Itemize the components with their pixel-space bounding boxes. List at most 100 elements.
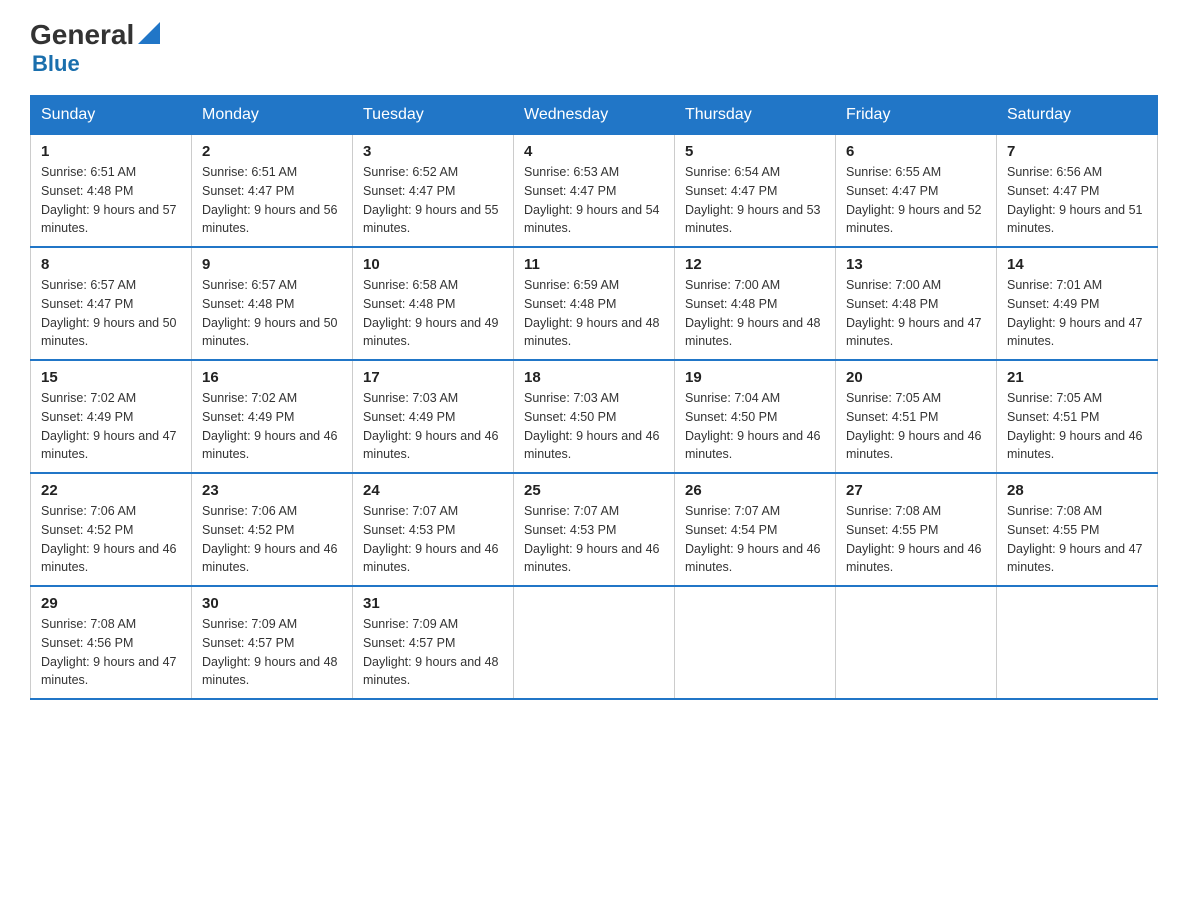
calendar-cell bbox=[836, 586, 997, 699]
calendar-cell: 20 Sunrise: 7:05 AMSunset: 4:51 PMDayligh… bbox=[836, 360, 997, 473]
calendar-cell: 11Sunrise: 6:59 AMSunset: 4:48 PMDayligh… bbox=[514, 247, 675, 360]
calendar-cell bbox=[514, 586, 675, 699]
calendar-cell: 21 Sunrise: 7:05 AMSunset: 4:51 PMDayligh… bbox=[997, 360, 1158, 473]
day-info: Sunrise: 7:07 AMSunset: 4:54 PMDaylight:… bbox=[685, 502, 825, 577]
day-info: Sunrise: 6:53 AMSunset: 4:47 PMDaylight:… bbox=[524, 163, 664, 238]
day-number: 15 bbox=[41, 369, 181, 386]
calendar-header-row: SundayMondayTuesdayWednesdayThursdayFrid… bbox=[31, 96, 1158, 135]
day-info: Sunrise: 6:56 AMSunset: 4:47 PMDaylight:… bbox=[1007, 163, 1147, 238]
day-number: 12 bbox=[685, 256, 825, 273]
day-number: 24 bbox=[363, 482, 503, 499]
day-number: 29 bbox=[41, 595, 181, 612]
calendar-cell: 12Sunrise: 7:00 AMSunset: 4:48 PMDayligh… bbox=[675, 247, 836, 360]
calendar-week-row: 29 Sunrise: 7:08 AMSunset: 4:56 PMDayligh… bbox=[31, 586, 1158, 699]
day-number: 18 bbox=[524, 369, 664, 386]
day-info: Sunrise: 7:03 AMSunset: 4:49 PMDaylight:… bbox=[363, 389, 503, 464]
day-number: 14 bbox=[1007, 256, 1147, 273]
calendar-cell bbox=[675, 586, 836, 699]
header-thursday: Thursday bbox=[675, 96, 836, 135]
calendar-cell: 17 Sunrise: 7:03 AMSunset: 4:49 PMDayligh… bbox=[353, 360, 514, 473]
day-info: Sunrise: 7:08 AMSunset: 4:55 PMDaylight:… bbox=[1007, 502, 1147, 577]
day-info: Sunrise: 7:00 AMSunset: 4:48 PMDaylight:… bbox=[846, 276, 986, 351]
calendar-cell bbox=[997, 586, 1158, 699]
day-info: Sunrise: 7:07 AMSunset: 4:53 PMDaylight:… bbox=[363, 502, 503, 577]
logo-blue-text: Blue bbox=[32, 51, 80, 77]
day-info: Sunrise: 7:04 AMSunset: 4:50 PMDaylight:… bbox=[685, 389, 825, 464]
day-number: 10 bbox=[363, 256, 503, 273]
header-wednesday: Wednesday bbox=[514, 96, 675, 135]
calendar-cell: 31 Sunrise: 7:09 AMSunset: 4:57 PMDayligh… bbox=[353, 586, 514, 699]
calendar-cell: 30Sunrise: 7:09 AMSunset: 4:57 PMDayligh… bbox=[192, 586, 353, 699]
calendar-cell: 27 Sunrise: 7:08 AMSunset: 4:55 PMDayligh… bbox=[836, 473, 997, 586]
day-number: 4 bbox=[524, 143, 664, 160]
day-info: Sunrise: 7:08 AMSunset: 4:55 PMDaylight:… bbox=[846, 502, 986, 577]
logo-triangle-icon bbox=[138, 22, 160, 44]
day-number: 31 bbox=[363, 595, 503, 612]
day-number: 16 bbox=[202, 369, 342, 386]
day-info: Sunrise: 7:06 AMSunset: 4:52 PMDaylight:… bbox=[202, 502, 342, 577]
day-number: 11 bbox=[524, 256, 664, 273]
calendar-cell: 25 Sunrise: 7:07 AMSunset: 4:53 PMDayligh… bbox=[514, 473, 675, 586]
day-info: Sunrise: 7:02 AMSunset: 4:49 PMDaylight:… bbox=[41, 389, 181, 464]
calendar-table: SundayMondayTuesdayWednesdayThursdayFrid… bbox=[30, 95, 1158, 700]
day-number: 17 bbox=[363, 369, 503, 386]
day-number: 8 bbox=[41, 256, 181, 273]
calendar-week-row: 22Sunrise: 7:06 AMSunset: 4:52 PMDayligh… bbox=[31, 473, 1158, 586]
calendar-cell: 29 Sunrise: 7:08 AMSunset: 4:56 PMDayligh… bbox=[31, 586, 192, 699]
calendar-cell: 19 Sunrise: 7:04 AMSunset: 4:50 PMDayligh… bbox=[675, 360, 836, 473]
day-number: 27 bbox=[846, 482, 986, 499]
calendar-cell: 2Sunrise: 6:51 AMSunset: 4:47 PMDaylight… bbox=[192, 135, 353, 248]
day-info: Sunrise: 7:03 AMSunset: 4:50 PMDaylight:… bbox=[524, 389, 664, 464]
calendar-cell: 16 Sunrise: 7:02 AMSunset: 4:49 PMDayligh… bbox=[192, 360, 353, 473]
day-number: 20 bbox=[846, 369, 986, 386]
header-tuesday: Tuesday bbox=[353, 96, 514, 135]
calendar-cell: 23 Sunrise: 7:06 AMSunset: 4:52 PMDayligh… bbox=[192, 473, 353, 586]
day-info: Sunrise: 7:01 AMSunset: 4:49 PMDaylight:… bbox=[1007, 276, 1147, 351]
day-number: 13 bbox=[846, 256, 986, 273]
calendar-cell: 6 Sunrise: 6:55 AMSunset: 4:47 PMDaylight… bbox=[836, 135, 997, 248]
day-info: Sunrise: 6:55 AMSunset: 4:47 PMDaylight:… bbox=[846, 163, 986, 238]
logo-general-text: General bbox=[30, 21, 134, 49]
calendar-cell: 13 Sunrise: 7:00 AMSunset: 4:48 PMDayligh… bbox=[836, 247, 997, 360]
calendar-cell: 8 Sunrise: 6:57 AMSunset: 4:47 PMDaylight… bbox=[31, 247, 192, 360]
calendar-cell: 28 Sunrise: 7:08 AMSunset: 4:55 PMDayligh… bbox=[997, 473, 1158, 586]
calendar-week-row: 15 Sunrise: 7:02 AMSunset: 4:49 PMDayligh… bbox=[31, 360, 1158, 473]
calendar-cell: 22Sunrise: 7:06 AMSunset: 4:52 PMDayligh… bbox=[31, 473, 192, 586]
day-info: Sunrise: 7:06 AMSunset: 4:52 PMDaylight:… bbox=[41, 502, 181, 577]
day-number: 5 bbox=[685, 143, 825, 160]
day-number: 9 bbox=[202, 256, 342, 273]
day-number: 28 bbox=[1007, 482, 1147, 499]
calendar-cell: 3Sunrise: 6:52 AMSunset: 4:47 PMDaylight… bbox=[353, 135, 514, 248]
calendar-cell: 7 Sunrise: 6:56 AMSunset: 4:47 PMDaylight… bbox=[997, 135, 1158, 248]
header-saturday: Saturday bbox=[997, 96, 1158, 135]
calendar-cell: 26 Sunrise: 7:07 AMSunset: 4:54 PMDayligh… bbox=[675, 473, 836, 586]
day-info: Sunrise: 7:09 AMSunset: 4:57 PMDaylight:… bbox=[363, 615, 503, 690]
day-number: 1 bbox=[41, 143, 181, 160]
day-number: 21 bbox=[1007, 369, 1147, 386]
day-info: Sunrise: 7:02 AMSunset: 4:49 PMDaylight:… bbox=[202, 389, 342, 464]
day-info: Sunrise: 7:05 AMSunset: 4:51 PMDaylight:… bbox=[846, 389, 986, 464]
day-number: 6 bbox=[846, 143, 986, 160]
logo: General Blue bbox=[30, 20, 160, 77]
day-number: 26 bbox=[685, 482, 825, 499]
day-info: Sunrise: 7:08 AMSunset: 4:56 PMDaylight:… bbox=[41, 615, 181, 690]
calendar-cell: 10Sunrise: 6:58 AMSunset: 4:48 PMDayligh… bbox=[353, 247, 514, 360]
day-number: 7 bbox=[1007, 143, 1147, 160]
day-number: 30 bbox=[202, 595, 342, 612]
day-number: 23 bbox=[202, 482, 342, 499]
calendar-cell: 15 Sunrise: 7:02 AMSunset: 4:49 PMDayligh… bbox=[31, 360, 192, 473]
day-number: 19 bbox=[685, 369, 825, 386]
day-info: Sunrise: 7:07 AMSunset: 4:53 PMDaylight:… bbox=[524, 502, 664, 577]
calendar-week-row: 1Sunrise: 6:51 AMSunset: 4:48 PMDaylight… bbox=[31, 135, 1158, 248]
day-info: Sunrise: 6:57 AMSunset: 4:48 PMDaylight:… bbox=[202, 276, 342, 351]
day-number: 25 bbox=[524, 482, 664, 499]
day-number: 2 bbox=[202, 143, 342, 160]
calendar-cell: 14 Sunrise: 7:01 AMSunset: 4:49 PMDayligh… bbox=[997, 247, 1158, 360]
day-info: Sunrise: 6:52 AMSunset: 4:47 PMDaylight:… bbox=[363, 163, 503, 238]
day-info: Sunrise: 6:57 AMSunset: 4:47 PMDaylight:… bbox=[41, 276, 181, 351]
calendar-week-row: 8 Sunrise: 6:57 AMSunset: 4:47 PMDaylight… bbox=[31, 247, 1158, 360]
header-monday: Monday bbox=[192, 96, 353, 135]
calendar-cell: 9 Sunrise: 6:57 AMSunset: 4:48 PMDaylight… bbox=[192, 247, 353, 360]
header-sunday: Sunday bbox=[31, 96, 192, 135]
day-info: Sunrise: 7:05 AMSunset: 4:51 PMDaylight:… bbox=[1007, 389, 1147, 464]
